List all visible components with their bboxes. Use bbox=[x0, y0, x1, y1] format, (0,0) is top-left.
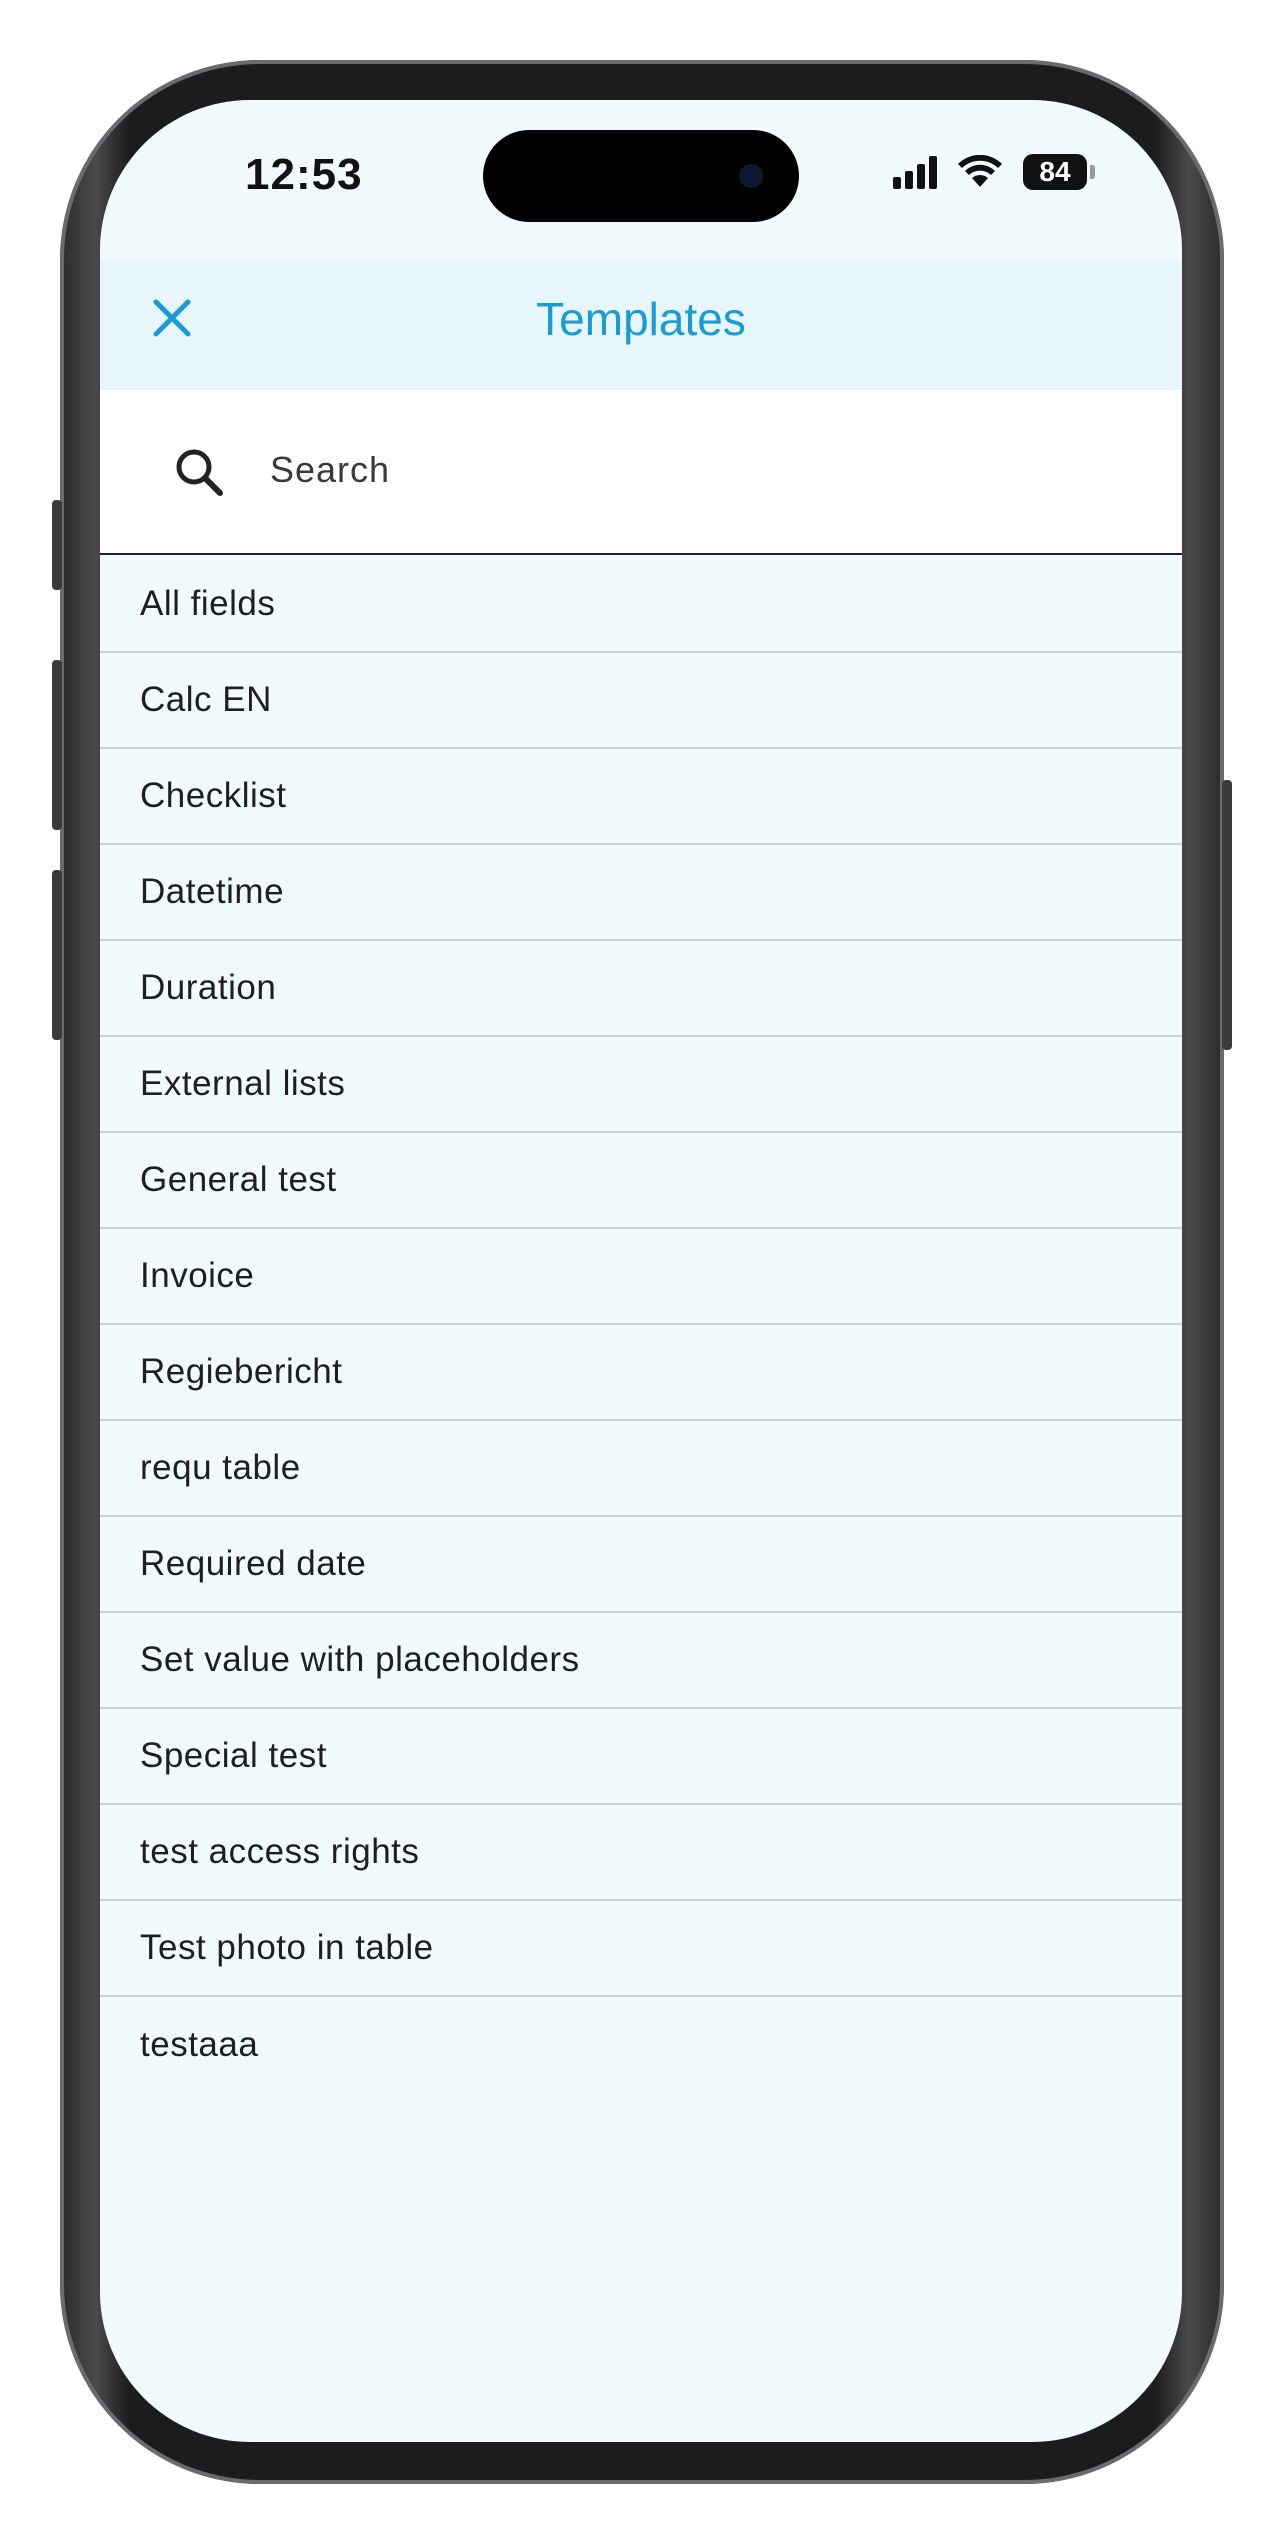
template-list-item[interactable]: Invoice bbox=[100, 1229, 1182, 1325]
navigation-header: Templates bbox=[100, 260, 1182, 390]
template-list-item[interactable]: Required date bbox=[100, 1517, 1182, 1613]
template-list-item[interactable]: requ table bbox=[100, 1421, 1182, 1517]
search-input[interactable] bbox=[270, 435, 1070, 505]
template-list-item[interactable]: General test bbox=[100, 1133, 1182, 1229]
template-list-item[interactable]: Set value with placeholders bbox=[100, 1613, 1182, 1709]
template-list: All fields Calc EN Checklist Datetime Durati… bbox=[100, 557, 1182, 2093]
template-list-item[interactable]: All fields bbox=[100, 557, 1182, 653]
page-title: Templates bbox=[536, 293, 746, 345]
status-icons: 84 bbox=[893, 154, 1095, 190]
template-list-item[interactable]: External lists bbox=[100, 1037, 1182, 1133]
cellular-signal-icon bbox=[893, 155, 937, 189]
search-bar bbox=[100, 390, 1182, 555]
action-button bbox=[52, 500, 62, 590]
app-screen: 12:53 84 Templates Search All fields Cal… bbox=[100, 100, 1182, 2442]
battery-icon: 84 bbox=[1023, 154, 1095, 190]
status-time: 12:53 bbox=[245, 150, 363, 199]
template-list-item[interactable]: Regiebericht bbox=[100, 1325, 1182, 1421]
volume-up-button bbox=[52, 660, 62, 830]
template-list-item[interactable]: testaaa bbox=[100, 1997, 1182, 2093]
volume-down-button bbox=[52, 870, 62, 1040]
power-button bbox=[1222, 780, 1232, 1050]
dynamic-island bbox=[483, 130, 799, 222]
template-list-item[interactable]: test access rights bbox=[100, 1805, 1182, 1901]
template-list-item[interactable]: Calc EN bbox=[100, 653, 1182, 749]
template-list-item[interactable]: Test photo in table bbox=[100, 1901, 1182, 1997]
template-list-item[interactable]: Checklist bbox=[100, 749, 1182, 845]
template-list-item[interactable]: Duration bbox=[100, 941, 1182, 1037]
status-bar: 12:53 84 bbox=[100, 100, 1182, 260]
front-camera bbox=[739, 164, 763, 188]
search-icon bbox=[176, 449, 223, 496]
wifi-icon bbox=[958, 155, 1002, 187]
template-list-item[interactable]: Datetime bbox=[100, 845, 1182, 941]
template-list-item[interactable]: Special test bbox=[100, 1709, 1182, 1805]
